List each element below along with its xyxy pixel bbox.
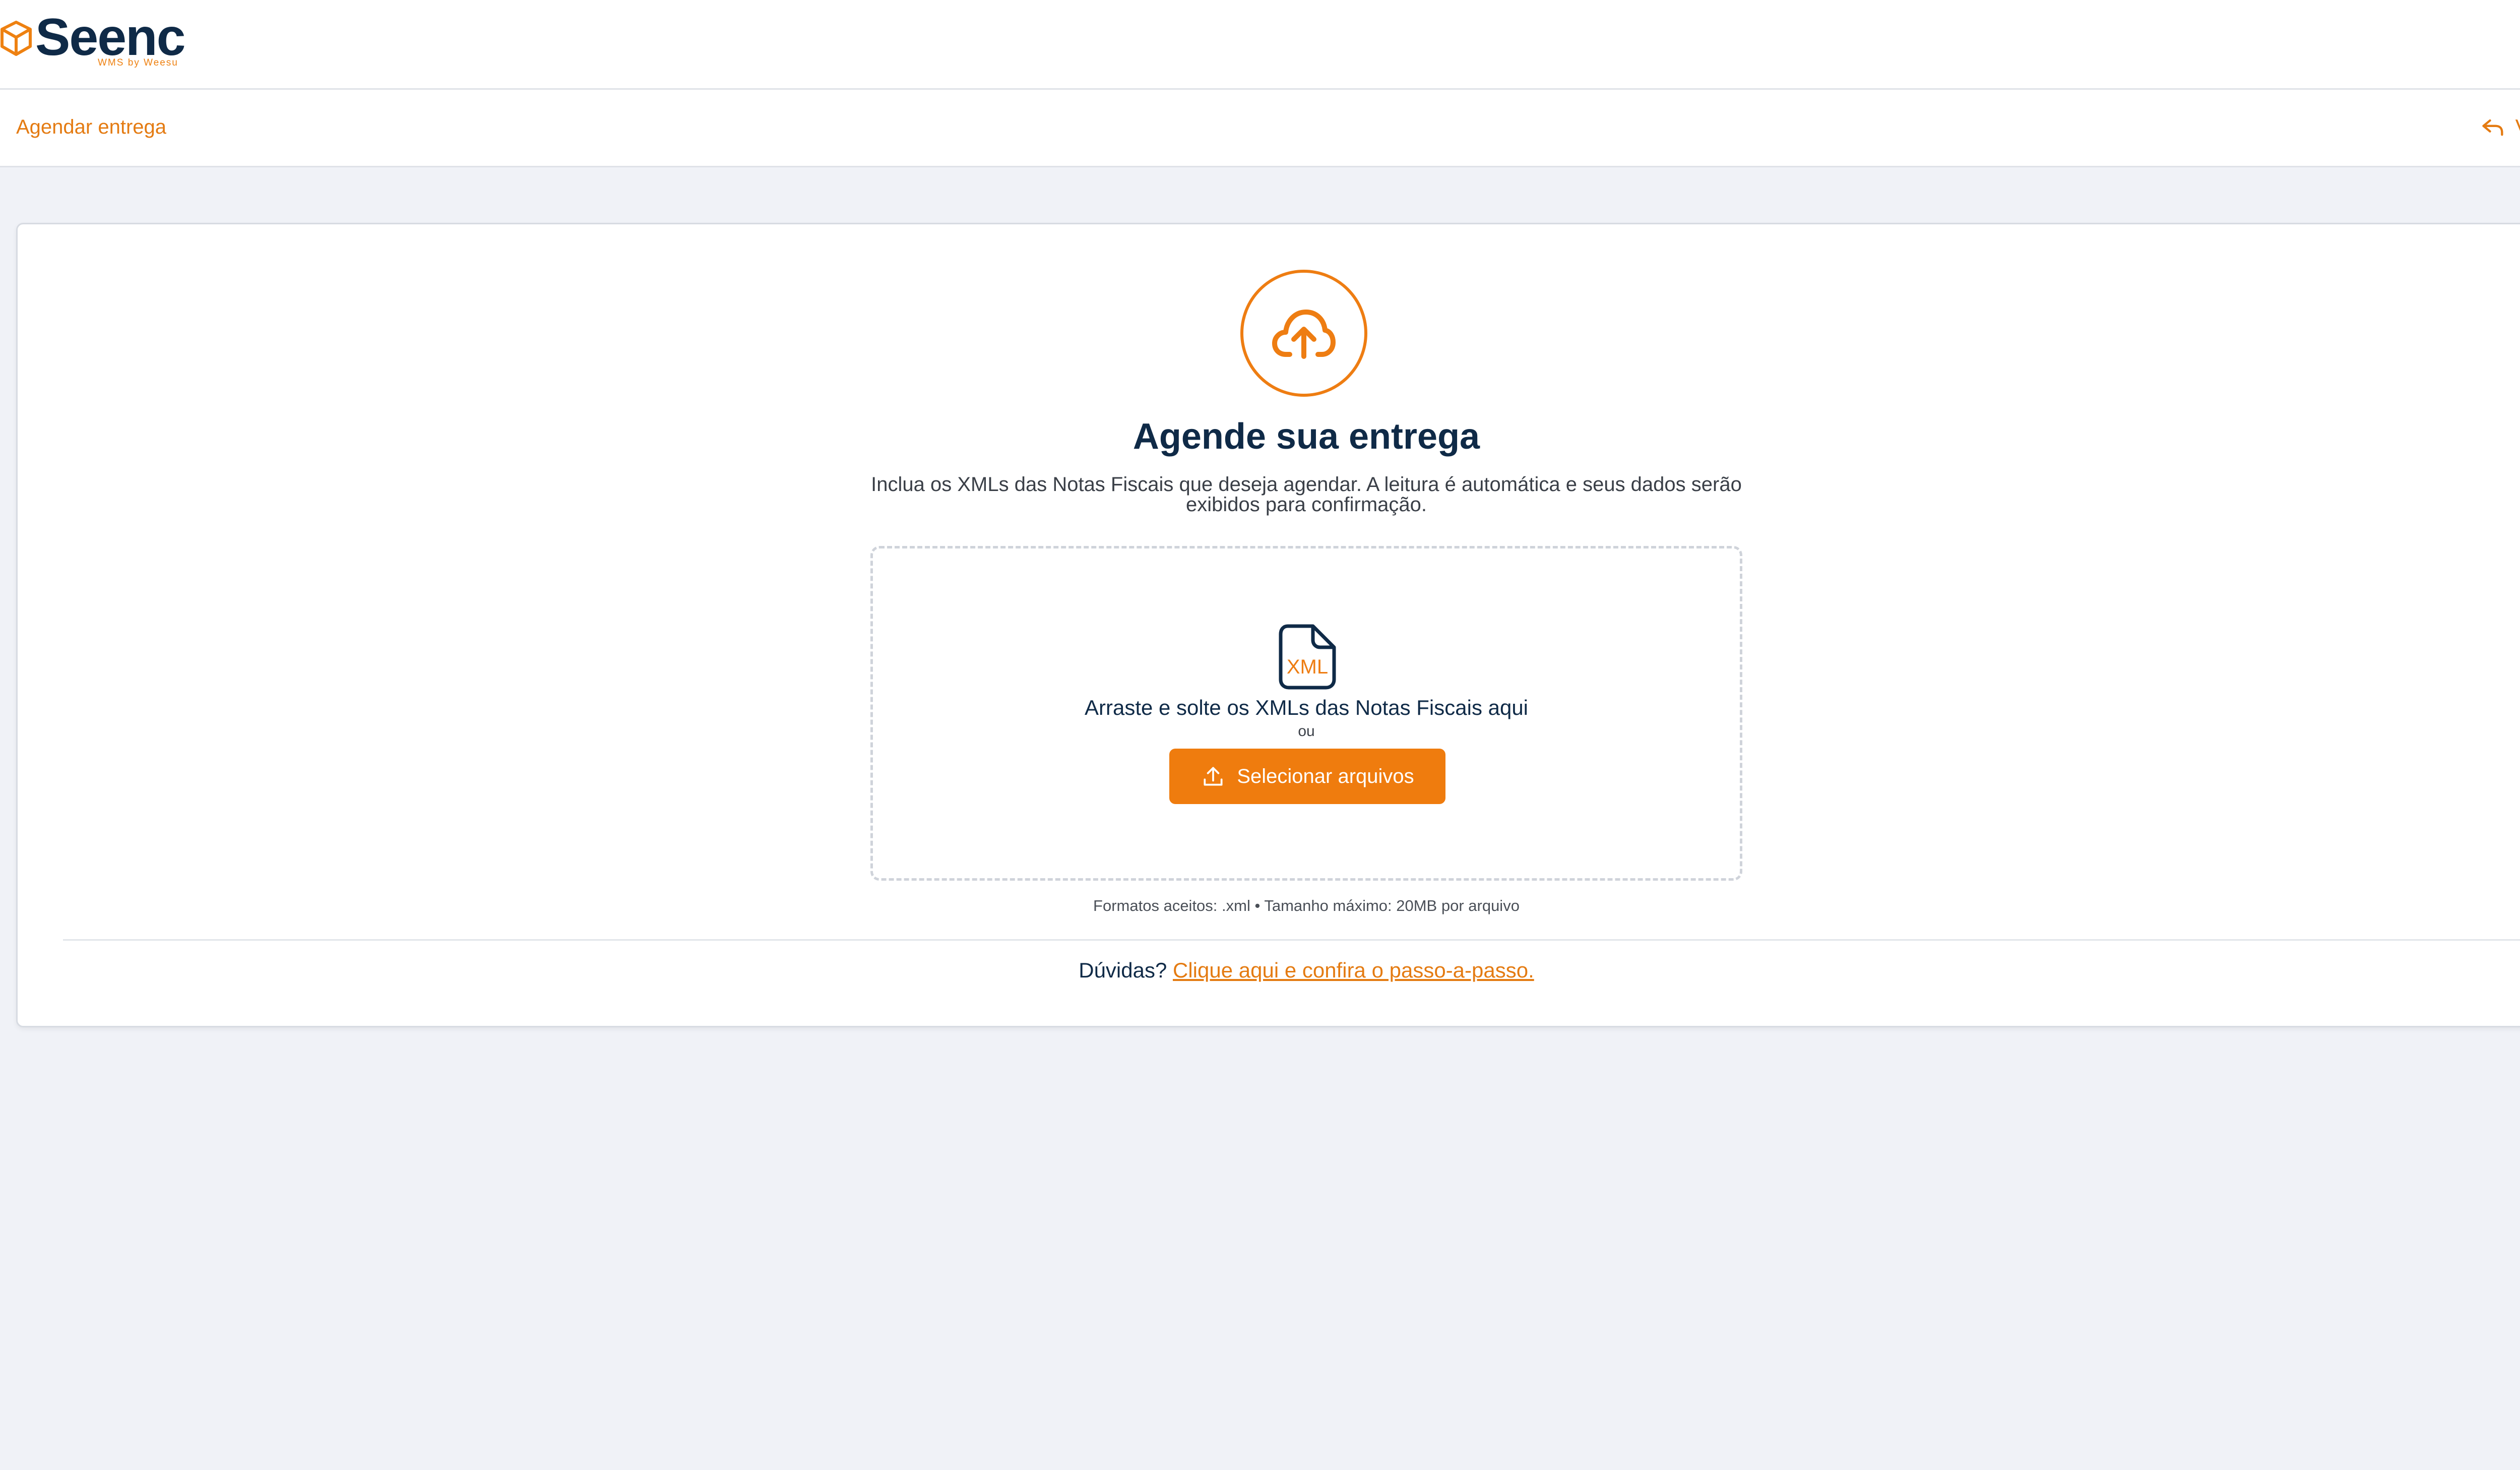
brand-tagline: WMS by Weesu [98, 57, 178, 68]
upload-circle [1240, 270, 1367, 397]
top-bar: Seenc WMS by Weesu [0, 0, 2520, 90]
brand-logo[interactable]: Seenc WMS by Weesu [0, 8, 192, 75]
back-button-label: Voltar [2515, 115, 2520, 139]
page-description: Inclua os XMLs das Notas Fiscais que des… [871, 473, 1742, 516]
back-button[interactable]: Voltar [2480, 114, 2520, 140]
reply-arrow-icon [2482, 119, 2503, 136]
xml-file-icon-text: XML [1287, 656, 1328, 678]
select-files-button[interactable]: Selecionar arquivos [1169, 749, 1445, 804]
drop-instruction: Arraste e solte os XMLs das Notas Fiscai… [1084, 696, 1529, 719]
help-text: Dúvidas? Clique aqui e confira o passo-a… [18, 958, 2520, 983]
select-files-button-label: Selecionar arquivos [1237, 765, 1414, 787]
xml-file-icon: XML [1279, 624, 1336, 690]
file-dropzone[interactable]: XML Arraste e solte os XMLs das Notas Fi… [870, 546, 1742, 881]
upload-icon [1204, 767, 1223, 786]
cloud-upload-icon [1272, 310, 1336, 359]
accepted-formats-note: Formatos aceitos: .xml • Tamanho máximo:… [1093, 897, 1520, 914]
page-header: Agendar entrega Voltar [0, 90, 2520, 167]
upload-card: Agende sua entrega Inclua os XMLs das No… [16, 223, 2520, 1027]
help-prefix: Dúvidas? [1079, 958, 1167, 982]
help-link[interactable]: Clique aqui e confira o passo-a-passo. [1173, 958, 1534, 982]
or-separator: ou [1298, 723, 1315, 740]
cube-logo-icon [1, 21, 32, 56]
divider [63, 939, 2520, 941]
page-title: Agende sua entrega [1132, 416, 1480, 457]
brand-name: Seenc [35, 8, 185, 67]
breadcrumb[interactable]: Agendar entrega [16, 116, 166, 139]
